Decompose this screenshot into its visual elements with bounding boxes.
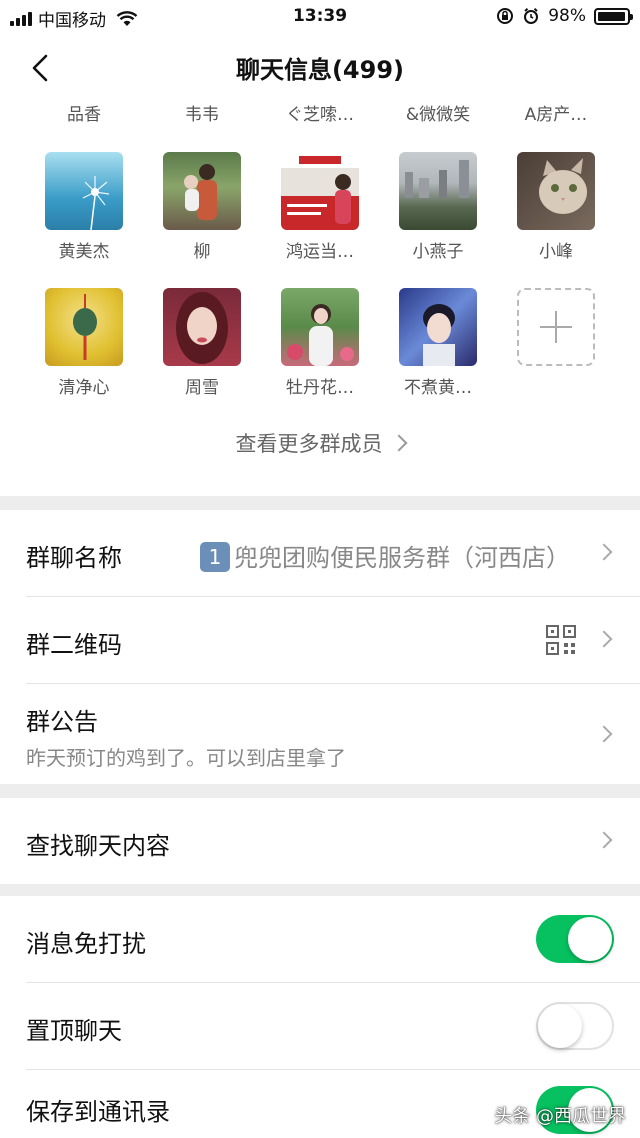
- group-name-row[interactable]: 群聊名称 1 兜兜团购便民服务群（河西店）: [0, 510, 640, 596]
- pin-row: 置顶聊天: [0, 983, 640, 1069]
- group-name-value: 1 兜兜团购便民服务群（河西店）: [200, 538, 570, 573]
- person-photo: [184, 164, 217, 220]
- view-more-label: 查看更多群成员: [235, 432, 383, 456]
- group-name-text: 兜兜团购便民服务群（河西店）: [234, 544, 570, 572]
- dandelion-icon: [82, 176, 110, 230]
- member-item[interactable]: 小峰: [501, 152, 611, 262]
- member-name: 小燕子: [412, 242, 464, 262]
- orientation-lock-icon: [497, 8, 514, 24]
- member-item[interactable]: 柳: [147, 152, 257, 262]
- member-item[interactable]: 小燕子: [383, 152, 493, 262]
- status-bar: 中国移动 13:39 98%: [0, 0, 640, 34]
- group-qr-label: 群二维码: [26, 631, 122, 659]
- member-name: 鸿运当…: [286, 242, 354, 262]
- battery-fill: [598, 11, 626, 21]
- member-name: 周雪: [185, 378, 219, 398]
- member-item[interactable]: 黄美杰: [29, 152, 139, 262]
- battery-percent: 98%: [548, 6, 586, 26]
- avatar: [517, 152, 595, 230]
- group-info-card: 群聊名称 1 兜兜团购便民服务群（河西店） 群二维码 群公告 昨天预订的鸡到了。可…: [0, 510, 640, 784]
- mute-label: 消息免打扰: [26, 930, 146, 958]
- add-icon: [517, 288, 595, 366]
- chevron-right-icon: [390, 434, 407, 452]
- member-item[interactable]: 清净心: [29, 288, 139, 398]
- mute-row: 消息免打扰: [0, 896, 640, 982]
- member-item[interactable]: 不煮黄…: [383, 288, 493, 398]
- member-name: 牡丹花…: [286, 378, 354, 398]
- status-right: 98%: [496, 6, 633, 26]
- chevron-right-icon: [595, 543, 613, 561]
- group-notice-text: 昨天预订的鸡到了。可以到店里拿了: [26, 746, 346, 770]
- alarm-icon: [524, 8, 539, 24]
- members-top-row: 品香 韦韦 ぐ芝嗦… &微微笑 A房产…: [0, 100, 640, 128]
- chevron-right-icon: [595, 630, 613, 648]
- member-name[interactable]: 品香: [29, 100, 139, 125]
- city-photo: [405, 160, 469, 198]
- member-name[interactable]: 韦韦: [147, 100, 257, 125]
- save-contacts-label: 保存到通讯录: [26, 1098, 170, 1126]
- search-chat-row[interactable]: 查找聊天内容: [0, 798, 640, 884]
- toggle-knob: [568, 917, 612, 961]
- avatar: [281, 288, 359, 366]
- avatar: [281, 152, 359, 230]
- chevron-right-icon: [595, 725, 613, 743]
- toggle-knob: [538, 1004, 582, 1048]
- member-name: 柳: [193, 242, 211, 262]
- number-badge: 1: [200, 542, 230, 572]
- chevron-right-icon: [595, 831, 613, 849]
- pin-toggle[interactable]: [536, 1002, 614, 1050]
- member-name[interactable]: A房产…: [501, 100, 611, 125]
- poster-photo: [281, 152, 359, 230]
- add-member-button[interactable]: [501, 288, 611, 366]
- member-name[interactable]: &微微笑: [383, 100, 493, 125]
- cat-photo: [539, 158, 587, 214]
- pin-label: 置顶聊天: [26, 1017, 122, 1045]
- avatar: [45, 288, 123, 366]
- page-title: 聊天信息(499): [235, 56, 405, 84]
- member-name: 不煮黄…: [404, 378, 472, 398]
- group-name-label: 群聊名称: [26, 544, 122, 572]
- group-notice-label: 群公告: [26, 708, 98, 736]
- member-name: 清净心: [58, 378, 110, 398]
- avatar: [163, 288, 241, 366]
- portrait-photo: [423, 304, 455, 366]
- avatar: [163, 152, 241, 230]
- search-card: 查找聊天内容: [0, 798, 640, 884]
- avatar: [399, 288, 477, 366]
- member-name: 小峰: [539, 242, 573, 262]
- member-name: 黄美杰: [58, 242, 110, 262]
- members-panel: 品香 韦韦 ぐ芝嗦… &微微笑 A房产… 黄美杰 柳 鸿运当… 小燕子 小峰 清…: [0, 98, 640, 496]
- watermark: 头条 @西瓜世界: [494, 1106, 626, 1127]
- member-item[interactable]: 牡丹花…: [265, 288, 375, 398]
- search-chat-label: 查找聊天内容: [26, 832, 170, 860]
- nav-bar: 聊天信息(499): [0, 34, 640, 98]
- member-item[interactable]: 周雪: [147, 288, 257, 398]
- avatar: [399, 152, 477, 230]
- group-qr-row[interactable]: 群二维码: [0, 597, 640, 683]
- battery-icon: [594, 7, 633, 25]
- sachet-photo: [73, 294, 97, 360]
- portrait-photo: [287, 304, 354, 366]
- mute-toggle[interactable]: [536, 915, 614, 963]
- view-more-members-link[interactable]: 查看更多群成员: [0, 428, 640, 458]
- avatar: [45, 152, 123, 230]
- group-notice-row[interactable]: 群公告 昨天预订的鸡到了。可以到店里拿了: [0, 684, 640, 784]
- member-item[interactable]: 鸿运当…: [265, 152, 375, 262]
- portrait-photo: [176, 292, 228, 364]
- qr-code-icon: [546, 625, 576, 655]
- member-name[interactable]: ぐ芝嗦…: [265, 100, 375, 125]
